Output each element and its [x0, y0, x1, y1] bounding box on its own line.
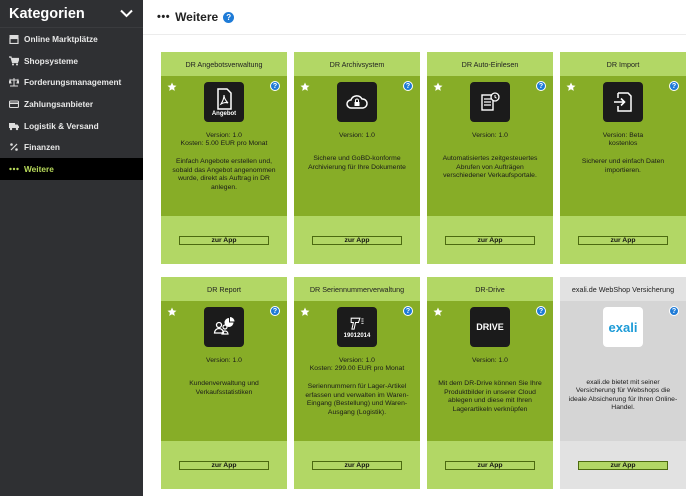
app-version: Version: 1.0	[206, 132, 242, 139]
app-title: DR Report	[161, 277, 287, 301]
sidebar-item-label: Online Marktplätze	[24, 33, 98, 44]
zur-app-button[interactable]: zur App	[179, 460, 269, 470]
app-title: exali.de WebShop Versicherung	[560, 277, 686, 301]
sidebar-item-weitere[interactable]: Weitere	[0, 158, 143, 180]
sidebar-item-logistik-versand[interactable]: Logistik & Versand	[0, 115, 143, 137]
page-header: ••• Weitere ?	[143, 0, 686, 35]
help-icon[interactable]: ?	[669, 81, 679, 91]
cart-icon	[8, 55, 19, 66]
app-description: Mit dem DR-Drive können Sie Ihre Produkt…	[438, 380, 542, 413]
app-title: DR Archivsystem	[294, 52, 420, 76]
sidebar-item-label: Weitere	[24, 163, 54, 174]
import-icon	[603, 82, 643, 122]
sidebar-item-label: Shopsysteme	[24, 55, 78, 66]
storefront-icon	[8, 33, 19, 44]
help-icon[interactable]: ?	[536, 81, 546, 91]
help-icon[interactable]: ?	[270, 306, 280, 316]
app-cost: Kosten: 299.00 EUR pro Monat	[309, 365, 405, 373]
sidebar: Kategorien Online Marktplätze Shopsystem…	[0, 0, 143, 496]
sidebar-item-shopsysteme[interactable]: Shopsysteme	[0, 50, 143, 72]
truck-icon	[8, 120, 19, 131]
exali-logo: exali	[603, 307, 643, 347]
help-icon[interactable]: ?	[403, 81, 413, 91]
sidebar-item-label: Finanzen	[24, 142, 60, 153]
app-description: Seriennummern für Lager-Artikel erfassen…	[305, 383, 409, 416]
app-description: exali.de bietet mit seiner Versicherung …	[568, 379, 678, 412]
sidebar-title: Kategorien	[9, 5, 85, 22]
percent-icon	[8, 142, 19, 153]
sidebar-item-online-marktplaetze[interactable]: Online Marktplätze	[0, 28, 143, 50]
star-icon[interactable]	[167, 82, 177, 92]
logo-label: DRIVE	[476, 322, 504, 332]
app-version: Version: 1.0	[206, 357, 242, 364]
star-icon[interactable]	[433, 307, 443, 317]
dots-icon	[8, 163, 19, 174]
star-icon[interactable]	[566, 82, 576, 92]
zur-app-button[interactable]: zur App	[312, 235, 402, 245]
help-icon[interactable]: ?	[536, 306, 546, 316]
help-icon[interactable]: ?	[669, 306, 679, 316]
logo-label: 19012014	[343, 332, 371, 339]
pdf-document-icon: Angebot	[204, 82, 244, 122]
app-tile-auto-einlesen: DR Auto-Einlesen ? Version: 1.0 Automati…	[427, 52, 553, 264]
app-tile-dr-drive: DR-Drive ? DRIVE Version: 1.0 Mit dem DR…	[427, 277, 553, 489]
app-cost: Kosten: 5.00 EUR pro Monat	[180, 140, 268, 148]
users-chart-icon	[204, 307, 244, 347]
app-description: Sichere und GoBD-konforme Archivierung f…	[308, 155, 406, 171]
sidebar-item-zahlungsanbieter[interactable]: Zahlungsanbieter	[0, 93, 143, 115]
help-icon[interactable]: ?	[223, 11, 235, 23]
zur-app-button[interactable]: zur App	[578, 235, 668, 245]
app-tile-archivsystem: DR Archivsystem ? Version: 1.0 Sichere u…	[294, 52, 420, 264]
drive-logo: DRIVE	[470, 307, 510, 347]
zur-app-button[interactable]: zur App	[179, 235, 269, 245]
help-icon[interactable]: ?	[270, 81, 280, 91]
app-description: Automatisiertes zeitgesteuertes Abrufen …	[442, 155, 538, 180]
sidebar-header[interactable]: Kategorien	[0, 0, 143, 28]
zur-app-button[interactable]: zur App	[445, 460, 535, 470]
app-description: Einfach Angebote erstellen und, sobald d…	[172, 158, 276, 191]
scale-icon	[8, 77, 19, 88]
document-clock-icon	[470, 82, 510, 122]
app-title: DR Import	[560, 52, 686, 76]
app-version: Version: 1.0	[472, 357, 508, 364]
app-version: Version: 1.0	[472, 132, 508, 139]
zur-app-button[interactable]: zur App	[578, 460, 668, 470]
zur-app-button[interactable]: zur App	[445, 235, 535, 245]
app-version: Version: 1.0	[339, 357, 375, 364]
help-icon[interactable]: ?	[403, 306, 413, 316]
app-title: DR Auto-Einlesen	[427, 52, 553, 76]
star-icon[interactable]	[300, 82, 310, 92]
main-content: ••• Weitere ? DR Angebotsverwaltung ? An…	[143, 0, 686, 496]
app-version: Version: Beta	[602, 132, 644, 139]
app-tile-exali: exali.de WebShop Versicherung ? exali ex…	[560, 277, 686, 489]
chevron-down-icon[interactable]	[120, 9, 133, 18]
dots-icon: •••	[157, 11, 171, 23]
app-version: Version: 1.0	[339, 132, 375, 139]
app-title: DR Seriennummerverwaltung	[294, 277, 420, 301]
star-icon[interactable]	[433, 82, 443, 92]
barcode-scanner-icon: 19012014	[337, 307, 377, 347]
logo-label: Angebot	[211, 110, 237, 117]
app-tile-report: DR Report ? Version: 1.0 Kundenverwaltun…	[161, 277, 287, 489]
credit-card-icon	[8, 98, 19, 109]
sidebar-item-label: Zahlungsanbieter	[24, 98, 94, 109]
app-tile-seriennummerverwaltung: DR Seriennummerverwaltung ? 19012014 Ver…	[294, 277, 420, 489]
app-title: DR-Drive	[427, 277, 553, 301]
zur-app-button[interactable]: zur App	[312, 460, 402, 470]
sidebar-item-label: Logistik & Versand	[24, 120, 99, 131]
star-icon[interactable]	[167, 307, 177, 317]
sidebar-item-label: Forderungsmanagement	[24, 77, 122, 88]
app-tile-angebotsverwaltung: DR Angebotsverwaltung ? Angebot Version:…	[161, 52, 287, 264]
page-title: Weitere	[175, 10, 219, 24]
logo-label: exali	[608, 319, 638, 335]
sidebar-item-forderungsmanagement[interactable]: Forderungsmanagement	[0, 71, 143, 93]
app-cost: kostenlos	[608, 140, 638, 148]
app-tile-import: DR Import ? Version: Beta kostenlos Siche…	[560, 52, 686, 264]
app-description: Kundenverwaltung und Verkaufsstatistiken	[189, 380, 259, 396]
app-description: Sicherer und einfach Daten importieren.	[581, 158, 665, 174]
app-title: DR Angebotsverwaltung	[161, 52, 287, 76]
sidebar-item-finanzen[interactable]: Finanzen	[0, 136, 143, 158]
star-icon[interactable]	[300, 307, 310, 317]
cloud-lock-icon	[337, 82, 377, 122]
